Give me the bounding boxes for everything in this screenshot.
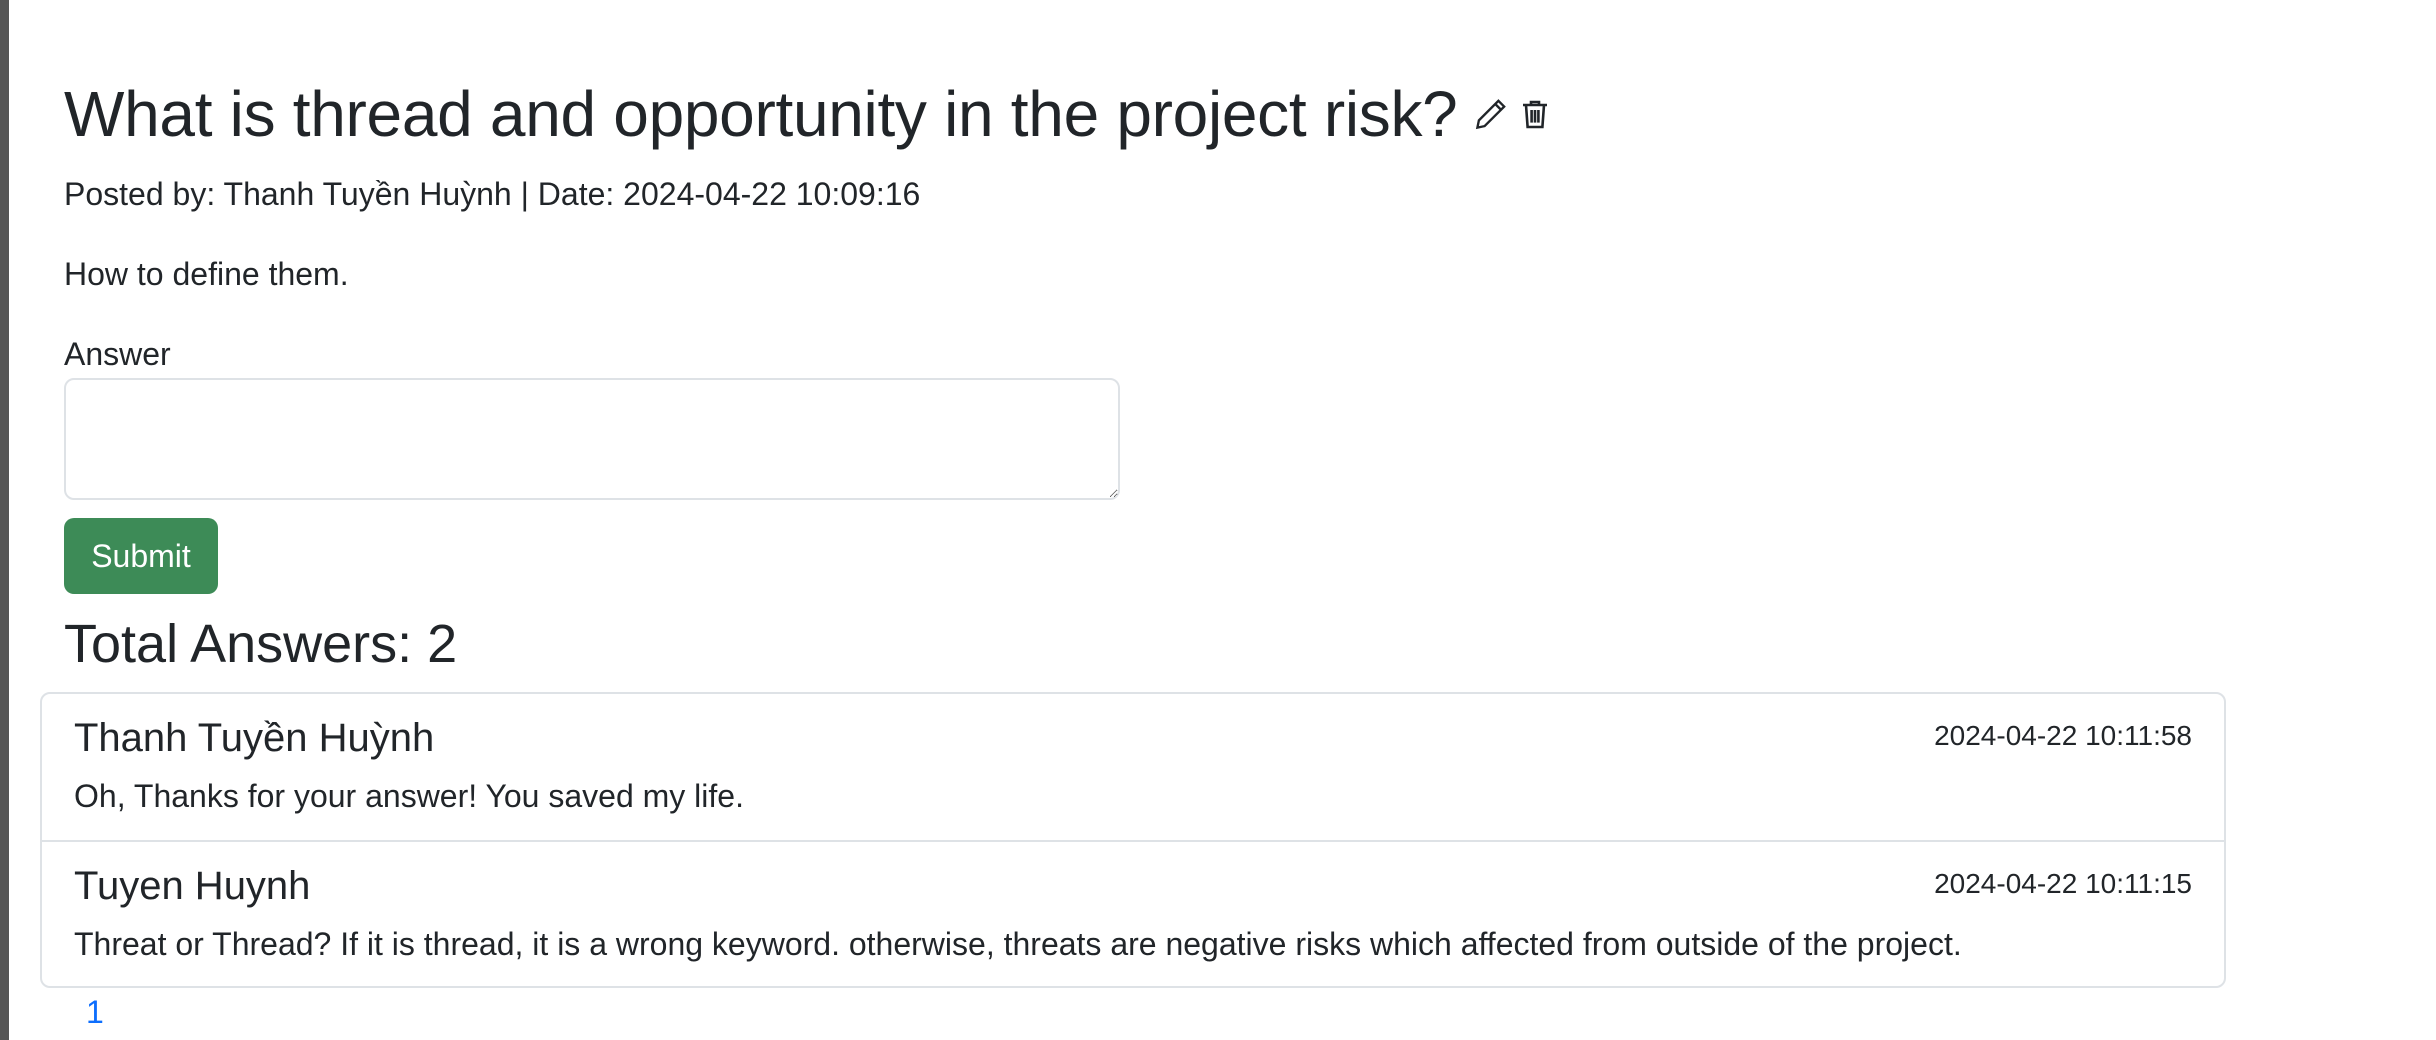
answer-label: Answer (64, 336, 171, 372)
answer-author: Thanh Tuyền Huỳnh (74, 716, 435, 760)
trash-icon[interactable] (1515, 94, 1555, 134)
answers-list: Thanh Tuyền Huỳnh 2024-04-22 10:11:58 Oh… (40, 692, 2226, 988)
answer-item: Thanh Tuyền Huỳnh 2024-04-22 10:11:58 Oh… (42, 694, 2224, 840)
answer-text: Threat or Thread? If it is thread, it is… (74, 926, 1962, 962)
answer-input[interactable] (64, 378, 1120, 500)
answer-date: 2024-04-22 10:11:58 (1934, 720, 2192, 751)
question-body: How to define them. (64, 256, 349, 292)
answer-date: 2024-04-22 10:11:15 (1934, 868, 2192, 899)
answer-author: Tuyen Huynh (74, 864, 311, 908)
answer-item: Tuyen Huynh 2024-04-22 10:11:15 Threat o… (42, 840, 2224, 986)
window-left-border (0, 0, 9, 1040)
answer-text: Oh, Thanks for your answer! You saved my… (74, 778, 744, 814)
total-answers-heading: Total Answers: 2 (64, 614, 458, 674)
pencil-icon[interactable] (1471, 94, 1511, 134)
submit-button[interactable]: Submit (64, 518, 218, 594)
question-header: What is thread and opportunity in the pr… (64, 76, 1555, 152)
question-meta: Posted by: Thanh Tuyền Huỳnh | Date: 202… (64, 176, 921, 212)
pagination-page-link[interactable]: 1 (86, 990, 104, 1034)
question-title: What is thread and opportunity in the pr… (64, 78, 1458, 150)
